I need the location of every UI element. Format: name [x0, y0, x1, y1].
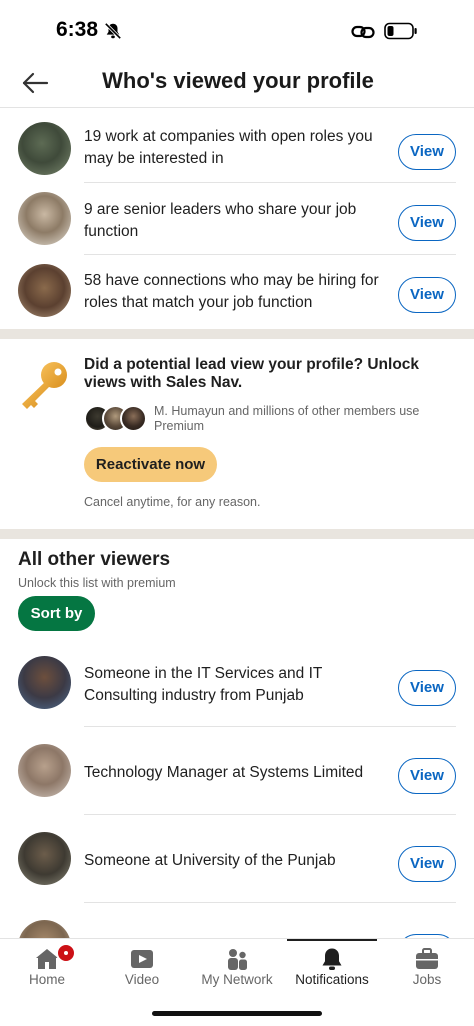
divider — [84, 902, 456, 903]
viewer-row-text: Technology Manager at Systems Limited — [84, 764, 364, 781]
summary-row[interactable]: 19 work at companies with open roles you… — [0, 118, 474, 178]
viewer-row[interactable] — [0, 914, 474, 938]
bell-icon — [322, 948, 342, 970]
viewer-row[interactable]: Someone in the IT Services and IT Consul… — [0, 650, 474, 720]
viewer-avatar — [18, 832, 71, 885]
viewer-avatar — [18, 122, 71, 175]
viewer-avatar — [18, 192, 71, 245]
nav-my-network[interactable]: My Network — [190, 939, 284, 999]
summary-row-text: 58 have connections who may be hiring fo… — [84, 272, 379, 311]
summary-row[interactable]: 9 are senior leaders who share your job … — [0, 190, 474, 250]
divider — [84, 814, 456, 815]
avatar — [120, 405, 147, 432]
network-icon — [228, 949, 247, 970]
viewer-avatar — [18, 656, 71, 709]
home-indicator — [152, 1011, 322, 1016]
nav-label: Notifications — [295, 972, 369, 987]
viewer-avatar — [18, 264, 71, 317]
viewer-row[interactable]: Someone at University of the Punjab View — [0, 826, 474, 896]
summary-row[interactable]: 58 have connections who may be hiring fo… — [0, 262, 474, 322]
viewer-avatar — [18, 744, 71, 797]
summary-row-text: 19 work at companies with open roles you… — [84, 128, 373, 167]
member-avatars — [84, 405, 148, 433]
header: Who's viewed your profile — [0, 62, 474, 108]
status-bar: 6:38 — [0, 0, 474, 62]
nav-label: Video — [124, 972, 160, 987]
view-button[interactable]: View — [398, 846, 456, 882]
view-button[interactable]: View — [398, 277, 456, 313]
nav-notifications[interactable]: Notifications — [285, 939, 379, 999]
viewer-avatar — [18, 920, 71, 938]
promo-title: Did a potential lead view your profile? … — [84, 356, 420, 391]
viewer-row-text: Someone at University of the Punjab — [84, 852, 336, 869]
nav-label: Home — [28, 972, 65, 987]
link-icon — [351, 25, 375, 39]
viewer-row-text: Someone in the IT Services and IT Consul… — [84, 665, 323, 704]
premium-members-text: M. Humayun and millions of other members… — [154, 404, 420, 433]
video-icon — [131, 950, 153, 968]
divider — [84, 726, 456, 727]
nav-label: Jobs — [412, 972, 442, 987]
nav-home[interactable]: Home — [0, 939, 94, 999]
nav-video[interactable]: Video — [95, 939, 189, 999]
view-button[interactable]: View — [398, 670, 456, 706]
notification-badge — [56, 943, 76, 963]
divider — [84, 182, 456, 183]
briefcase-icon — [416, 948, 438, 969]
cancel-note: Cancel anytime, for any reason. — [84, 495, 261, 509]
page-title: Who's viewed your profile — [102, 68, 374, 93]
reactivate-button[interactable]: Reactivate now — [84, 447, 217, 482]
battery-icon — [384, 22, 417, 40]
sort-by-button[interactable]: Sort by — [18, 596, 95, 631]
section-subtitle: Unlock this list with premium — [18, 576, 176, 590]
section-title: All other viewers — [18, 549, 171, 570]
key-icon — [22, 362, 67, 409]
summary-row-text: 9 are senior leaders who share your job … — [84, 201, 357, 240]
status-time: 6:38 — [56, 18, 99, 41]
nav-jobs[interactable]: Jobs — [380, 939, 474, 999]
section-separator — [0, 529, 474, 539]
view-button[interactable]: View — [398, 134, 456, 170]
nav-label: My Network — [201, 972, 273, 987]
bell-muted-icon — [104, 22, 122, 40]
view-button[interactable]: View — [398, 758, 456, 794]
divider — [84, 254, 456, 255]
view-button[interactable]: View — [398, 205, 456, 241]
viewer-row[interactable]: Technology Manager at Systems Limited Vi… — [0, 738, 474, 808]
section-separator — [0, 329, 474, 339]
